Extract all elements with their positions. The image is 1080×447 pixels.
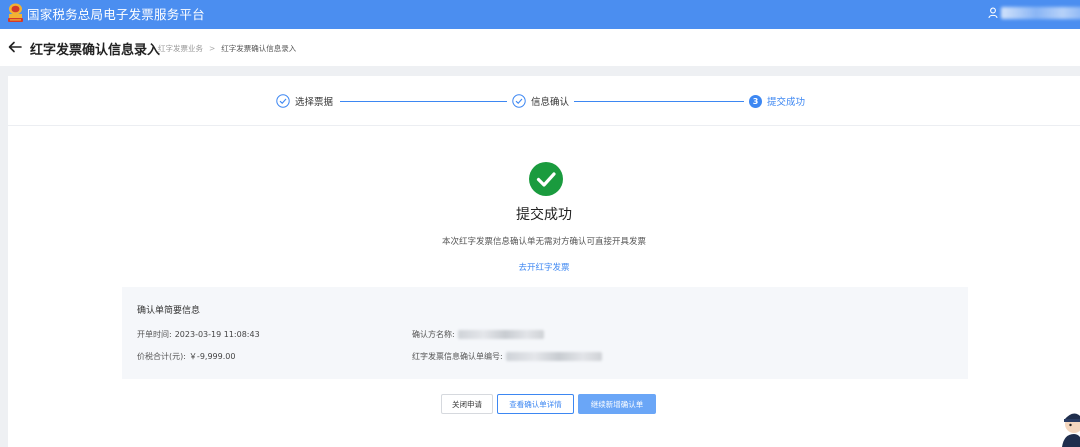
issue-time-value: 2023-03-19 11:08:43 (174, 330, 260, 339)
confirmer-name-label: 确认方名称: (412, 330, 455, 339)
close-application-button[interactable]: 关闭申请 (441, 394, 493, 414)
step-indicator: 选择票据 信息确认 3 提交成功 (8, 76, 1080, 126)
app-title: 国家税务总局电子发票服务平台 (27, 7, 205, 22)
assistant-avatar-icon[interactable] (1058, 410, 1080, 447)
step-select-invoice: 选择票据 (276, 94, 333, 108)
step-label: 选择票据 (295, 97, 334, 108)
step-label: 信息确认 (531, 97, 570, 108)
total-amount-label: 价税合计(元): (137, 352, 186, 361)
user-name-redacted (1001, 7, 1080, 19)
total-amount-value: ￥-9,999.00 (188, 352, 236, 361)
page-title: 红字发票确认信息录入 (30, 43, 161, 58)
main-card: 选择票据 信息确认 3 提交成功 提交成功 本次红字发票信息确认单无需对方确认可… (8, 76, 1080, 447)
step-confirm-info: 信息确认 (512, 94, 569, 108)
step-connector (340, 101, 507, 102)
check-circle-icon (276, 94, 290, 108)
breadcrumb-separator: > (209, 44, 216, 53)
issue-time-row: 开单时间: 2023-03-19 11:08:43 (137, 329, 260, 340)
breadcrumb-item-current: 红字发票确认信息录入 (221, 44, 297, 53)
breadcrumb: 红字发票业务 > 红字发票确认信息录入 (158, 43, 296, 54)
form-number-redacted (505, 352, 602, 361)
form-number-row: 红字发票信息确认单编号: (412, 351, 602, 362)
page-header: 红字发票确认信息录入 红字发票业务 > 红字发票确认信息录入 (0, 29, 1080, 66)
success-check-icon (529, 162, 563, 196)
success-description: 本次红字发票信息确认单无需对方确认可直接开具发票 (441, 237, 646, 247)
top-bar: 国家税务总局电子发票服务平台 (0, 0, 1080, 29)
success-title: 提交成功 (516, 207, 572, 223)
view-form-details-button[interactable]: 查看确认单详情 (497, 394, 574, 414)
step-connector (574, 101, 744, 102)
arrow-left-icon[interactable] (8, 41, 22, 53)
summary-panel: 确认单简要信息 开单时间: 2023-03-19 11:08:43 价税合计(元… (122, 287, 968, 379)
user-menu[interactable] (988, 7, 1080, 19)
breadcrumb-item-red-invoice-business[interactable]: 红字发票业务 (158, 43, 203, 54)
check-circle-icon (512, 94, 526, 108)
user-icon (988, 7, 998, 19)
step-label: 提交成功 (767, 97, 806, 108)
confirmer-name-redacted (457, 330, 544, 339)
form-number-label: 红字发票信息确认单编号: (412, 352, 503, 361)
step-submit-success: 3 提交成功 (749, 94, 805, 108)
issue-time-label: 开单时间: (137, 330, 172, 339)
summary-title: 确认单简要信息 (137, 306, 201, 316)
tax-emblem-icon (8, 3, 23, 22)
add-new-form-button[interactable]: 继续新增确认单 (578, 394, 656, 414)
total-amount-row: 价税合计(元): ￥-9,999.00 (137, 351, 235, 362)
issue-red-invoice-link[interactable]: 去开红字发票 (8, 261, 1080, 273)
issue-red-invoice-link-label[interactable]: 去开红字发票 (518, 263, 569, 273)
step-number-badge: 3 (749, 94, 762, 108)
confirmer-name-row: 确认方名称: (412, 329, 544, 340)
